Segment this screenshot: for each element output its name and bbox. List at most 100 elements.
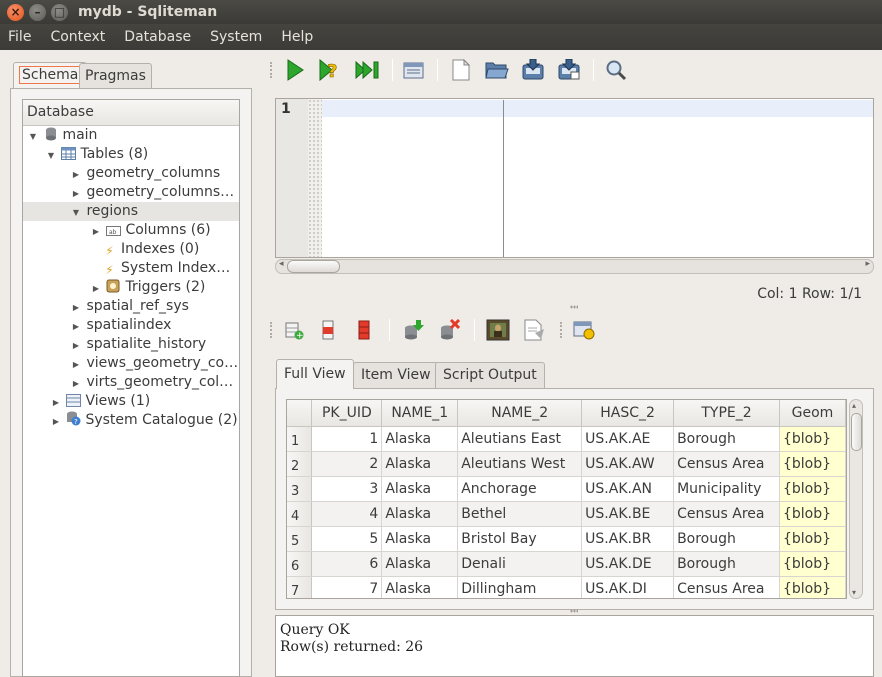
table-cell[interactable]: Alaska xyxy=(381,451,459,477)
save-as-icon[interactable] xyxy=(557,58,581,82)
table-row[interactable]: 7 7 Alaska Dillingham US.AK.DI Census Ar… xyxy=(287,576,846,598)
explain-icon[interactable]: ? xyxy=(318,58,342,82)
table-cell[interactable]: Municipality xyxy=(673,476,780,502)
table-cell[interactable]: Aleutians East xyxy=(457,426,583,452)
expand-arrow-icon[interactable]: ▶ xyxy=(50,412,62,431)
table-cell[interactable]: Alaska xyxy=(381,576,459,598)
table-cell[interactable]: 3 xyxy=(311,476,383,502)
table-cell[interactable]: Alaska xyxy=(381,551,459,577)
table-cell[interactable]: Bethel xyxy=(457,501,583,527)
minimize-icon[interactable]: – xyxy=(29,3,46,21)
remove-row-icon[interactable] xyxy=(316,318,340,342)
table-cell[interactable]: Borough xyxy=(673,426,780,452)
run-script-icon[interactable] xyxy=(355,58,379,82)
tree-node-indexes[interactable]: ⚡ Indexes (0) xyxy=(102,240,239,259)
table-cell[interactable]: Borough xyxy=(673,551,780,577)
column-header[interactable]: NAME_1 xyxy=(381,400,459,427)
expand-arrow-icon[interactable]: ▶ xyxy=(90,222,102,241)
search-icon[interactable] xyxy=(604,58,628,82)
table-cell[interactable]: Denali xyxy=(457,551,583,577)
row-header[interactable]: 5 xyxy=(287,526,313,552)
tree-node-table[interactable]: ▶ spatial_ref_sys xyxy=(70,297,239,317)
table-cell[interactable]: 1 xyxy=(311,426,383,452)
table-cell[interactable]: US.AK.AN xyxy=(581,476,675,502)
menu-system[interactable]: System xyxy=(207,29,265,45)
toolbar-handle[interactable] xyxy=(560,322,565,338)
menu-file[interactable]: File xyxy=(5,29,34,45)
table-cell[interactable]: Dillingham xyxy=(457,576,583,598)
table-cell[interactable]: Alaska xyxy=(381,426,459,452)
tree-node-table[interactable]: ▶ spatialindex xyxy=(70,316,239,335)
tree-node-table[interactable]: ▶ spatialite_history xyxy=(70,335,239,355)
row-header[interactable]: 3 xyxy=(287,476,313,502)
tree-node-main[interactable]: ▼ main xyxy=(27,126,239,146)
table-row[interactable]: 2 2 Alaska Aleutians West US.AK.AW Censu… xyxy=(287,451,846,477)
table-row[interactable]: 1 1 Alaska Aleutians East US.AK.AE Borou… xyxy=(287,426,846,452)
scroll-right-icon[interactable]: ▸ xyxy=(865,259,870,269)
tree-node-system-catalogue[interactable]: ▶ ? System Catalogue (2) xyxy=(50,411,239,431)
table-cell[interactable]: Alaska xyxy=(381,526,459,552)
editor-scrollbar-thumb[interactable] xyxy=(287,260,340,273)
table-cell[interactable]: 6 xyxy=(311,551,383,577)
scroll-down-icon[interactable]: ▾ xyxy=(852,588,856,597)
row-header[interactable]: 6 xyxy=(287,551,313,577)
row-header[interactable]: 7 xyxy=(287,576,313,598)
tree-node-regions[interactable]: ▼ regions xyxy=(23,202,239,221)
column-header[interactable]: Geom xyxy=(779,400,846,427)
tab-script-output[interactable]: Script Output xyxy=(435,362,545,388)
table-cell[interactable]: US.AK.BR xyxy=(581,526,675,552)
expand-arrow-icon[interactable]: ▶ xyxy=(70,184,82,203)
blob-cell[interactable]: {blob} xyxy=(779,426,846,452)
table-cell[interactable]: Census Area xyxy=(673,501,780,527)
table-cell[interactable]: Bristol Bay xyxy=(457,526,583,552)
splitter-handle[interactable] xyxy=(570,305,578,309)
save-file-icon[interactable] xyxy=(521,58,545,82)
tree-node-table[interactable]: ▶ virts_geometry_col… xyxy=(70,373,239,393)
truncate-icon[interactable] xyxy=(352,318,376,342)
expand-arrow-icon[interactable]: ▶ xyxy=(70,298,82,317)
table-cell[interactable]: Census Area xyxy=(673,576,780,598)
expand-arrow-icon[interactable]: ▶ xyxy=(70,374,82,393)
collapse-arrow-icon[interactable]: ▼ xyxy=(45,146,57,165)
menu-help[interactable]: Help xyxy=(278,29,316,45)
table-cell[interactable]: Census Area xyxy=(673,451,780,477)
toolbar-handle[interactable] xyxy=(270,322,275,338)
collapse-arrow-icon[interactable]: ▼ xyxy=(70,203,82,222)
expand-arrow-icon[interactable]: ▶ xyxy=(90,279,102,298)
column-header[interactable]: HASC_2 xyxy=(581,400,675,427)
blob-cell[interactable]: {blob} xyxy=(779,551,846,577)
expand-arrow-icon[interactable]: ▶ xyxy=(70,165,82,184)
row-header[interactable]: 1 xyxy=(287,426,313,452)
table-row[interactable]: 6 6 Alaska Denali US.AK.DE Borough {blob… xyxy=(287,551,846,577)
tab-item-view[interactable]: Item View xyxy=(353,362,439,388)
table-cell[interactable]: Alaska xyxy=(381,501,459,527)
tree-node-tables[interactable]: ▼ Tables (8) xyxy=(45,145,239,165)
blob-preview-icon[interactable] xyxy=(486,318,510,342)
close-icon[interactable]: × xyxy=(7,3,24,21)
table-row[interactable]: 5 5 Alaska Bristol Bay US.AK.BR Borough … xyxy=(287,526,846,552)
new-file-icon[interactable] xyxy=(449,58,473,82)
add-row-icon[interactable]: + xyxy=(282,318,306,342)
column-header[interactable]: TYPE_2 xyxy=(673,400,780,427)
history-icon[interactable] xyxy=(402,58,426,82)
expand-arrow-icon[interactable]: ▶ xyxy=(50,393,62,412)
expand-arrow-icon[interactable]: ▶ xyxy=(70,355,82,374)
tree-node-table[interactable]: ▶ geometry_columns… xyxy=(70,183,239,203)
table-row[interactable]: 3 3 Alaska Anchorage US.AK.AN Municipali… xyxy=(287,476,846,502)
tab-pragmas[interactable]: Pragmas xyxy=(79,63,152,89)
table-cell[interactable]: US.AK.BE xyxy=(581,501,675,527)
table-cell[interactable]: US.AK.DI xyxy=(581,576,675,598)
table-cell[interactable]: 7 xyxy=(311,576,383,598)
tab-full-view[interactable]: Full View xyxy=(276,359,354,389)
scroll-up-icon[interactable]: ▴ xyxy=(852,401,856,410)
action-icon[interactable] xyxy=(572,318,596,342)
table-cell[interactable]: 2 xyxy=(311,451,383,477)
expand-arrow-icon[interactable]: ▶ xyxy=(70,336,82,355)
column-header[interactable]: PK_UID xyxy=(311,400,383,427)
tab-schema[interactable]: Schema xyxy=(13,62,88,88)
collapse-arrow-icon[interactable]: ▼ xyxy=(27,127,39,146)
menu-database[interactable]: Database xyxy=(121,29,194,45)
rollback-icon[interactable] xyxy=(437,318,461,342)
editor-horizontal-scrollbar[interactable]: ◂ ▸ xyxy=(275,259,874,274)
table-cell[interactable]: Aleutians West xyxy=(457,451,583,477)
